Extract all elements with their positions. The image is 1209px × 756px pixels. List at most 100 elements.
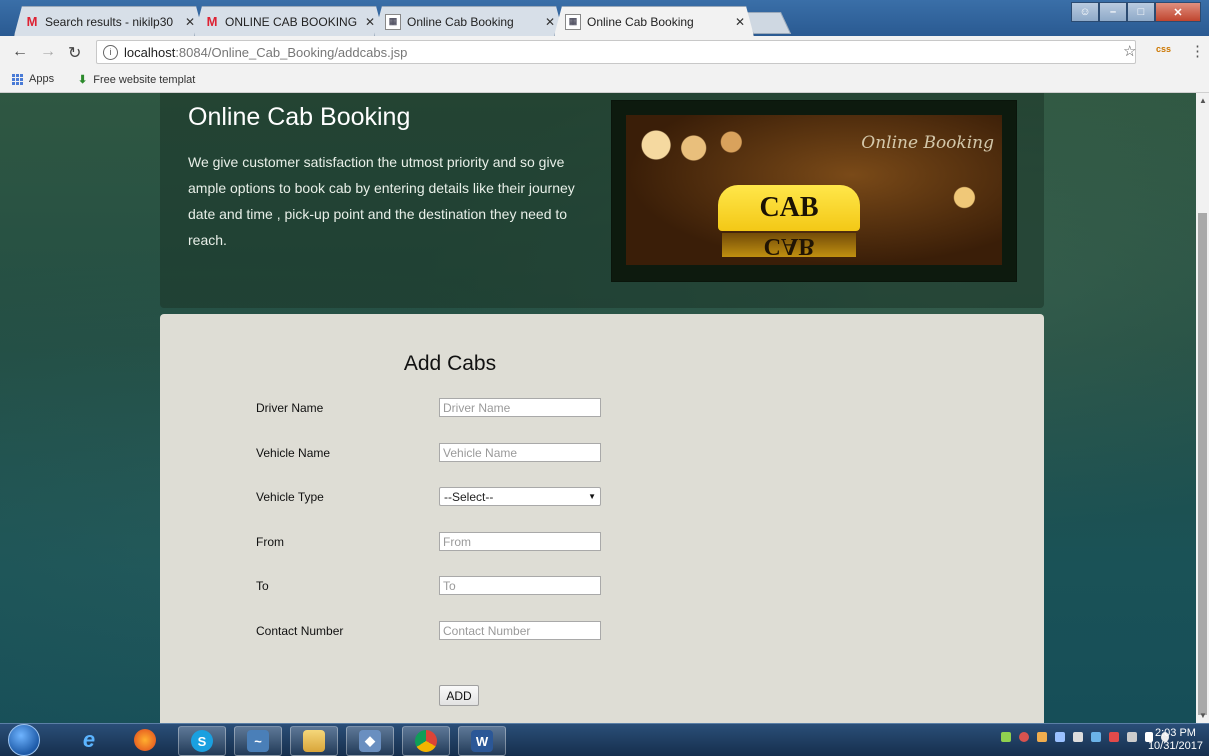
taskbar-chrome[interactable] xyxy=(402,726,450,756)
field-label: Vehicle Name xyxy=(256,446,331,460)
taskbar-explorer[interactable] xyxy=(290,726,338,756)
vehicle-name-row: Vehicle Name xyxy=(256,443,676,463)
to-input[interactable] xyxy=(439,576,601,595)
tray-app-icon[interactable] xyxy=(1091,732,1101,742)
bookmark-free-website-templates[interactable]: ⬇ Free website templat xyxy=(78,73,196,87)
skype-icon: S xyxy=(191,730,213,752)
tab-title: Search results - nikilp30 xyxy=(45,14,174,29)
forward-arrow-icon[interactable]: → xyxy=(40,43,56,61)
to-row: To xyxy=(256,576,676,596)
field-label: Vehicle Type xyxy=(256,490,324,504)
internet-explorer-icon: e xyxy=(82,727,96,752)
bookmark-label: Free website templat xyxy=(93,73,196,86)
browser-tab-strip: M Search results - nikilp30 ✕ M ONLINE C… xyxy=(0,0,1209,36)
vehicle-type-row: Vehicle Type --Select-- ▼ xyxy=(256,487,676,507)
windows-taskbar: e S ~ ◆ W 2:03 PM 10/31/2017 xyxy=(0,723,1209,756)
banner-script-text: Online Booking xyxy=(861,133,994,153)
page-viewport: Online Cab Booking We give customer sati… xyxy=(0,93,1196,723)
minimize-icon[interactable]: – xyxy=(1099,2,1127,22)
taskbar-skype[interactable]: S xyxy=(178,726,226,756)
vehicle-name-input[interactable] xyxy=(439,443,601,462)
from-row: From xyxy=(256,532,676,552)
tray-app-icon[interactable] xyxy=(1001,732,1011,742)
gmail-icon: M xyxy=(26,14,38,29)
tab-online-cab-booking-active[interactable]: ▦ Online Cab Booking ✕ xyxy=(554,6,754,36)
window-controls: ☺ – □ ✕ xyxy=(1071,2,1201,22)
contact-number-input[interactable] xyxy=(439,621,601,640)
taskbar-firefox[interactable] xyxy=(122,726,168,754)
back-arrow-icon[interactable]: ← xyxy=(12,43,28,61)
bluetooth-icon[interactable] xyxy=(1055,732,1065,742)
action-center-icon[interactable] xyxy=(1109,732,1119,742)
folder-icon xyxy=(303,730,325,752)
system-tray xyxy=(1001,732,1169,742)
contact-number-row: Contact Number xyxy=(256,621,676,641)
dropdown-arrow-icon: ▼ xyxy=(588,492,596,501)
scroll-thumb[interactable] xyxy=(1198,213,1207,715)
start-button[interactable] xyxy=(8,724,40,756)
cab-photo: Online Booking CAB CAB xyxy=(626,115,1002,265)
add-button[interactable]: ADD xyxy=(439,685,479,706)
select-value: --Select-- xyxy=(444,489,494,504)
bookmarks-bar: Apps ⬇ Free website templat xyxy=(0,68,1209,93)
word-icon: W xyxy=(471,730,493,752)
url-host: localhost xyxy=(124,44,176,60)
browser-toolbar: ← → ↻ i localhost :8084/Online_Cab_Booki… xyxy=(0,36,1209,68)
info-icon[interactable]: i xyxy=(103,44,118,60)
tab-title: Online Cab Booking xyxy=(587,14,694,29)
close-tab-icon[interactable]: ✕ xyxy=(185,15,195,29)
field-label: Contact Number xyxy=(256,624,344,638)
hero-section: Online Cab Booking We give customer sati… xyxy=(160,93,1044,308)
tab-search-results[interactable]: M Search results - nikilp30 ✕ xyxy=(14,6,204,36)
chrome-icon xyxy=(415,730,437,752)
field-label: To xyxy=(256,579,269,593)
taskbar-ie[interactable]: e xyxy=(66,726,112,754)
close-tab-icon[interactable]: ✕ xyxy=(365,15,375,29)
page-icon: ▦ xyxy=(385,14,401,30)
address-bar[interactable]: i localhost :8084/Online_Cab_Booking/add… xyxy=(96,40,1136,64)
bookmark-label: Apps xyxy=(29,73,55,85)
maximize-icon[interactable]: □ xyxy=(1127,2,1155,22)
from-input[interactable] xyxy=(439,532,601,551)
css-extension-icon[interactable]: css xyxy=(1156,44,1171,54)
apps-grid-icon xyxy=(12,73,23,85)
field-label: From xyxy=(256,535,284,549)
reload-icon[interactable]: ↻ xyxy=(68,43,81,63)
taskbar-virtualbox[interactable]: ◆ xyxy=(346,726,394,756)
user-icon[interactable]: ☺ xyxy=(1071,2,1099,22)
gmail-icon: M xyxy=(206,14,218,29)
cube-icon: ◆ xyxy=(359,730,381,752)
tray-app-icon[interactable] xyxy=(1019,732,1029,742)
driver-name-row: Driver Name xyxy=(256,398,676,418)
tray-app-icon[interactable] xyxy=(1073,732,1083,742)
cab-roof-sign: CAB xyxy=(718,185,860,231)
field-label: Driver Name xyxy=(256,401,324,415)
url-path: :8084/Online_Cab_Booking/addcabs.jsp xyxy=(175,44,408,60)
close-tab-icon[interactable]: ✕ xyxy=(545,15,555,29)
site-title: Online Cab Booking xyxy=(188,103,411,131)
hero-description: We give customer satisfaction the utmost… xyxy=(188,154,575,248)
close-window-icon[interactable]: ✕ xyxy=(1155,2,1201,22)
power-icon[interactable] xyxy=(1127,732,1137,742)
bookmark-apps[interactable]: Apps xyxy=(12,73,54,85)
vehicle-type-select[interactable]: --Select-- ▼ xyxy=(439,487,601,506)
tab-online-cab-booking-mail[interactable]: M ONLINE CAB BOOKING - ✕ xyxy=(194,6,384,36)
tab-title: ONLINE CAB BOOKING - xyxy=(225,14,359,29)
bookmark-star-icon[interactable]: ☆ xyxy=(1123,42,1136,60)
menu-kebab-icon[interactable]: ⋮ xyxy=(1190,42,1205,60)
page-scrollbar[interactable]: ▲ ▼ xyxy=(1196,93,1209,723)
tab-title: Online Cab Booking xyxy=(407,14,514,29)
firefox-icon xyxy=(134,729,156,751)
driver-name-input[interactable] xyxy=(439,398,601,417)
taskbar-dolphin[interactable]: ~ xyxy=(234,726,282,756)
scroll-up-icon[interactable]: ▲ xyxy=(1199,96,1207,105)
tab-online-cab-booking[interactable]: ▦ Online Cab Booking ✕ xyxy=(374,6,564,36)
dolphin-icon: ~ xyxy=(247,730,269,752)
taskbar-word[interactable]: W xyxy=(458,726,506,756)
close-tab-icon[interactable]: ✕ xyxy=(735,15,745,29)
scroll-down-icon[interactable]: ▼ xyxy=(1199,711,1207,720)
tray-app-icon[interactable] xyxy=(1037,732,1047,742)
form-title: Add Cabs xyxy=(403,352,497,375)
clock-date: 10/31/2017 xyxy=(1147,740,1203,752)
taskbar-clock[interactable]: 2:03 PM 10/31/2017 xyxy=(1148,727,1203,753)
